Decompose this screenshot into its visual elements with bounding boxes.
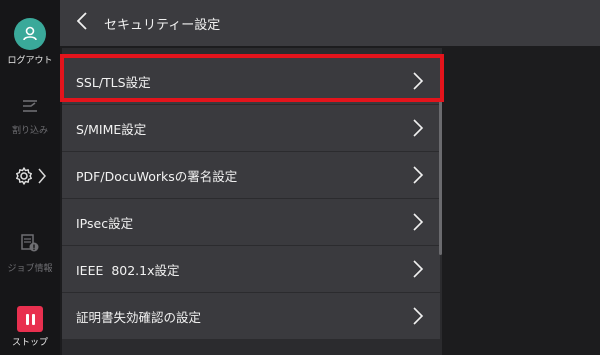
chevron-right-icon [412,72,424,90]
interrupt-label: 割り込み [11,126,48,136]
stop-button[interactable]: ストップ [0,306,60,348]
page-title: セキュリティー設定 [104,17,221,33]
chevron-right-icon [412,213,424,231]
list-item-label: 証明書失効確認の設定 [76,309,202,325]
header-bar: セキュリティー設定 [60,0,600,46]
list-item-label: S/MIME設定 [76,121,147,137]
back-button[interactable] [62,0,102,46]
gear-icon [14,166,34,190]
list-item-certificate-revocation[interactable]: 証明書失効確認の設定 [62,293,440,339]
scrollbar[interactable] [439,100,442,255]
interrupt-icon [19,96,41,120]
job-info-icon [19,232,41,258]
logout-label: ログアウト [7,56,53,66]
pause-icon [17,306,43,332]
list-item-smime[interactable]: S/MIME設定 [62,105,440,151]
job-info-label: ジョブ情報 [7,264,53,274]
settings-list: SSL/TLS設定 S/MIME設定 PDF/DocuWorksの署名設定 IP… [62,48,442,355]
user-icon [14,18,46,50]
chevron-right-icon [412,260,424,278]
list-item-label: IEEE 802.1x設定 [76,262,180,278]
chevron-right-icon [412,307,424,325]
list-item-ssl-tls[interactable]: SSL/TLS設定 [62,58,440,104]
list-item-pdf-docuworks-signature[interactable]: PDF/DocuWorksの署名設定 [62,152,440,198]
stop-label: ストップ [11,338,48,348]
list-item-label: SSL/TLS設定 [76,74,151,90]
settings-button[interactable] [0,164,60,192]
list-item-label: PDF/DocuWorksの署名設定 [76,168,238,184]
list-item-ipsec[interactable]: IPsec設定 [62,199,440,245]
logout-button[interactable]: ログアウト [0,18,60,66]
chevron-left-icon [76,12,87,34]
list-item-ieee-8021x[interactable]: IEEE 802.1x設定 [62,246,440,292]
interrupt-button[interactable]: 割り込み [0,96,60,136]
left-rail: ログアウト 割り込み ジョブ情報 ストップ [0,0,60,355]
job-info-button[interactable]: ジョブ情報 [0,232,60,274]
chevron-right-icon [412,166,424,184]
list-item-label: IPsec設定 [76,215,134,231]
chevron-right-icon [412,119,424,137]
chevron-right-icon [38,168,46,188]
screen: ログアウト 割り込み ジョブ情報 ストップ セキュリティー設定 SSL/TLS設… [0,0,600,355]
